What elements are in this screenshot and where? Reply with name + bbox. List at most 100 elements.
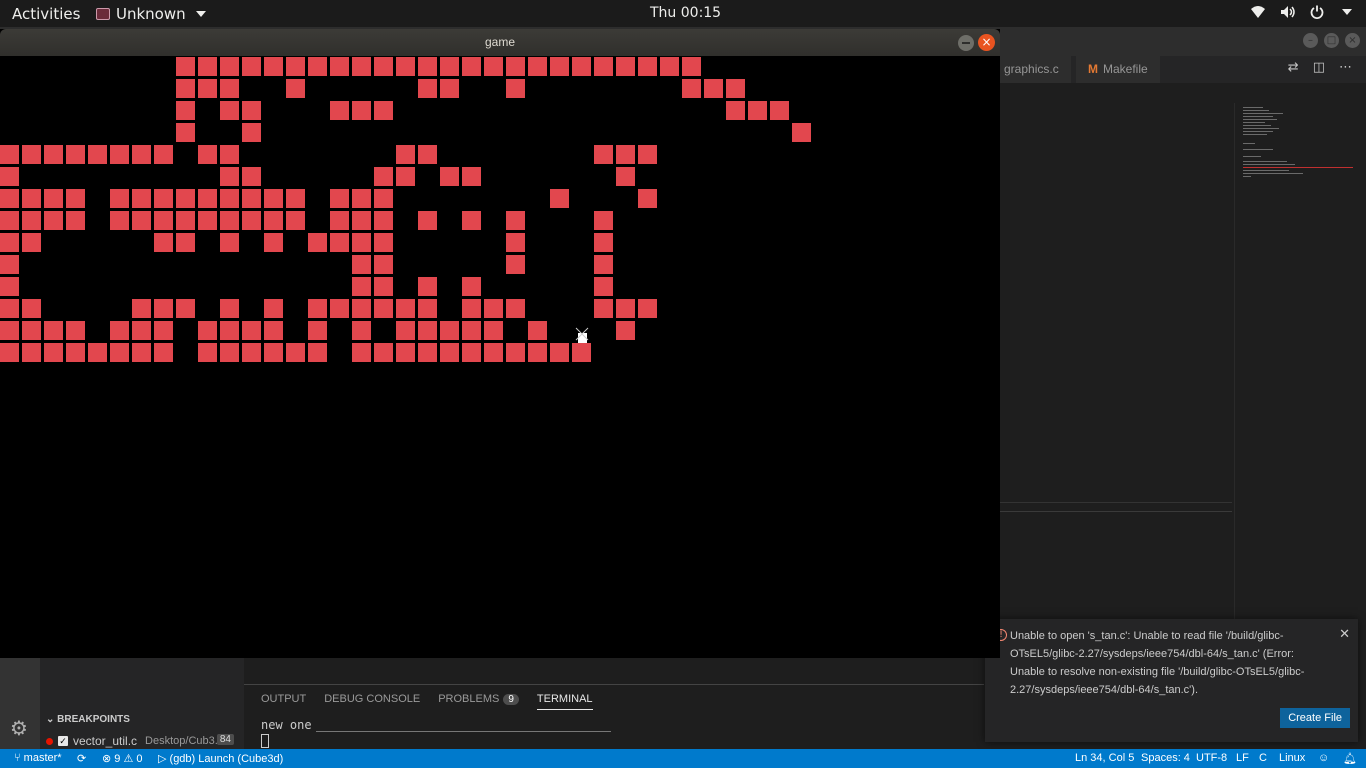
close-button[interactable]: × — [978, 34, 995, 51]
map-wall-tile — [132, 211, 151, 230]
map-wall-tile — [418, 277, 437, 296]
map-wall-tile — [594, 299, 613, 318]
map-wall-tile — [44, 343, 63, 362]
map-wall-tile — [286, 343, 305, 362]
map-wall-tile — [616, 57, 635, 76]
breakpoint-file: vector_util.c — [73, 734, 138, 748]
map-wall-tile — [220, 79, 239, 98]
map-wall-tile — [396, 57, 415, 76]
open-changes-icon[interactable]: ⇄ — [1288, 60, 1299, 75]
map-wall-tile — [220, 145, 239, 164]
map-wall-tile — [132, 145, 151, 164]
activities-button[interactable]: Activities — [12, 5, 80, 23]
player-direction-icon — [575, 327, 589, 341]
game-canvas[interactable] — [0, 56, 1000, 658]
sync-icon[interactable]: ⟳ — [77, 752, 86, 765]
map-wall-tile — [264, 321, 283, 340]
problems-indicator[interactable]: ⊗ 9 ⚠ 0 — [102, 752, 143, 765]
close-button[interactable]: × — [1345, 33, 1360, 48]
gear-icon[interactable]: ⚙ — [10, 716, 28, 740]
indentation[interactable]: Spaces: 4 — [1141, 752, 1190, 764]
line-ending[interactable]: LF — [1236, 752, 1249, 764]
map-wall-tile — [594, 255, 613, 274]
more-actions-icon[interactable]: ⋯ — [1339, 60, 1352, 75]
breakpoints-header[interactable]: ⌄ BREAKPOINTS — [40, 714, 244, 730]
map-wall-tile — [550, 57, 569, 76]
map-wall-tile — [0, 321, 19, 340]
map-wall-tile — [528, 321, 547, 340]
map-wall-tile — [176, 79, 195, 98]
map-wall-tile — [264, 299, 283, 318]
language-mode[interactable]: C — [1259, 752, 1267, 764]
chevron-down-icon — [195, 11, 206, 17]
map-wall-tile — [154, 211, 173, 230]
map-wall-tile — [66, 189, 85, 208]
close-icon[interactable]: ✕ — [1339, 627, 1350, 642]
cursor-position[interactable]: Ln 34, Col 5 — [1075, 752, 1134, 764]
map-wall-tile — [286, 189, 305, 208]
breakpoint-item[interactable]: ✓ vector_util.c Desktop/Cub3... 84 — [40, 732, 244, 750]
map-wall-tile — [528, 343, 547, 362]
map-wall-tile — [132, 189, 151, 208]
map-wall-tile — [462, 167, 481, 186]
map-wall-tile — [352, 255, 371, 274]
maximize-button[interactable]: □ — [1324, 33, 1339, 48]
map-wall-tile — [352, 277, 371, 296]
launch-config: (gdb) Launch (Cube3d) — [169, 753, 284, 765]
code-editor[interactable] — [1000, 103, 1232, 503]
breakpoint-checkbox[interactable]: ✓ — [58, 736, 68, 746]
map-wall-tile — [374, 343, 393, 362]
map-wall-tile — [66, 211, 85, 230]
os-indicator[interactable]: Linux — [1279, 752, 1305, 764]
tab-problems[interactable]: PROBLEMS 9 — [438, 693, 519, 710]
tab-makefile[interactable]: M Makefile — [1076, 56, 1160, 83]
activity-bar: ⚙ — [0, 657, 40, 749]
map-wall-tile — [154, 299, 173, 318]
encoding[interactable]: UTF-8 — [1196, 752, 1227, 764]
system-tray[interactable] — [1250, 5, 1352, 19]
map-wall-tile — [506, 211, 525, 230]
notification-message: Unable to open 's_tan.c': Unable to read… — [1010, 630, 1305, 696]
branch-indicator[interactable]: ⑂ master* — [14, 752, 62, 764]
split-editor-icon[interactable]: ◫ — [1313, 60, 1325, 75]
terminal-cursor[interactable] — [261, 734, 269, 748]
game-titlebar[interactable]: game × — [0, 29, 1000, 56]
map-wall-tile — [330, 211, 349, 230]
map-wall-tile — [528, 57, 547, 76]
map-wall-tile — [44, 321, 63, 340]
app-menu[interactable]: Unknown — [96, 5, 206, 23]
map-wall-tile — [638, 57, 657, 76]
bell-icon[interactable]: 🔔︎ — [1343, 752, 1357, 765]
map-wall-tile — [110, 211, 129, 230]
map-wall-tile — [66, 343, 85, 362]
map-wall-tile — [220, 233, 239, 252]
tab-debug-console[interactable]: DEBUG CONSOLE — [324, 693, 420, 710]
minimize-button[interactable]: – — [1303, 33, 1318, 48]
map-wall-tile — [374, 101, 393, 120]
map-wall-tile — [286, 79, 305, 98]
map-wall-tile — [132, 343, 151, 362]
map-wall-tile — [0, 277, 19, 296]
tab-graphics-c[interactable]: graphics.c — [992, 56, 1071, 83]
clock[interactable]: Thu 00:15 — [650, 5, 721, 21]
debug-launch[interactable]: ▷ (gdb) Launch (Cube3d) — [158, 752, 283, 765]
create-file-button[interactable]: Create File — [1280, 708, 1350, 728]
map-wall-tile — [22, 189, 41, 208]
map-wall-tile — [352, 343, 371, 362]
tab-terminal[interactable]: TERMINAL — [536, 693, 593, 710]
map-wall-tile — [330, 299, 349, 318]
map-wall-tile — [418, 343, 437, 362]
map-wall-tile — [352, 101, 371, 120]
map-wall-tile — [594, 211, 613, 230]
map-wall-tile — [110, 321, 129, 340]
tab-output[interactable]: OUTPUT — [261, 693, 306, 710]
map-wall-tile — [506, 57, 525, 76]
problems-count-badge: 9 — [503, 694, 519, 705]
minimize-button[interactable] — [958, 35, 974, 51]
map-wall-tile — [220, 299, 239, 318]
map-wall-tile — [264, 189, 283, 208]
feedback-icon[interactable]: ☺ — [1318, 752, 1329, 764]
minimap[interactable] — [1234, 103, 1356, 643]
debug-sidebar: ⌄ BREAKPOINTS ✓ vector_util.c Desktop/Cu… — [40, 657, 244, 749]
map-wall-tile — [0, 145, 19, 164]
